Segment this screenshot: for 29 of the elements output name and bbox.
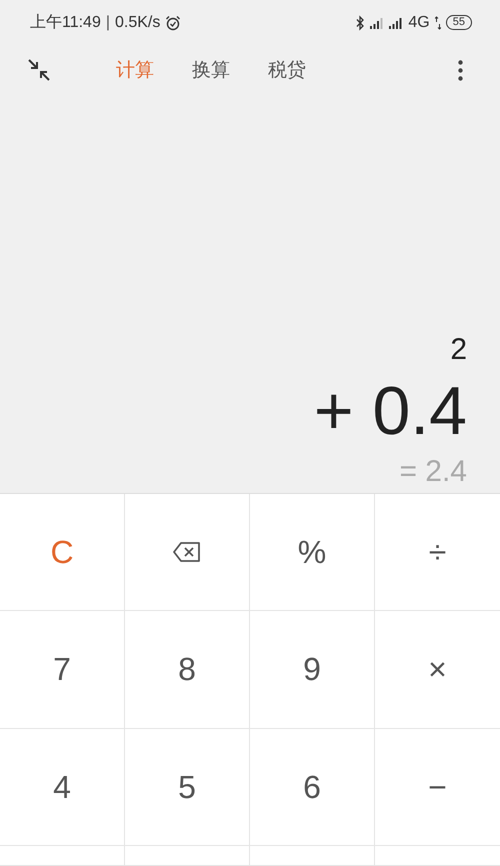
calculator-key[interactable]: % bbox=[250, 494, 375, 611]
signal-icon bbox=[389, 16, 404, 30]
calculator-key[interactable] bbox=[0, 846, 125, 866]
alarm-icon bbox=[165, 14, 182, 30]
calculator-key[interactable]: 8 bbox=[125, 611, 250, 729]
tab[interactable]: 税贷 bbox=[268, 57, 306, 83]
collapse-icon bbox=[26, 57, 52, 83]
data-arrows-icon bbox=[434, 16, 441, 30]
signal-icon bbox=[370, 16, 384, 30]
bluetooth-icon bbox=[355, 14, 366, 30]
calculator-key[interactable]: 9 bbox=[250, 611, 375, 729]
backspace-key[interactable] bbox=[125, 494, 250, 611]
calculator-key[interactable]: 7 bbox=[0, 611, 125, 729]
network-speed-text: 0.5K/s bbox=[115, 14, 160, 32]
result-text: = 2.4 bbox=[399, 455, 467, 489]
network-type-text: 4G bbox=[408, 14, 430, 32]
separator-text: | bbox=[106, 14, 110, 32]
calculator-key[interactable] bbox=[125, 846, 250, 866]
expression-text: + 0.4 bbox=[314, 377, 467, 445]
backspace-icon bbox=[172, 541, 202, 563]
calculator-key[interactable]: 4 bbox=[0, 729, 125, 846]
clock-text: 上午11:49 bbox=[30, 12, 101, 33]
calculator-key[interactable]: 6 bbox=[250, 729, 375, 846]
more-options-icon bbox=[458, 60, 463, 80]
calculator-key[interactable] bbox=[250, 846, 375, 866]
calculator-key[interactable]: 5 bbox=[125, 729, 250, 846]
tab[interactable]: 换算 bbox=[192, 57, 230, 83]
battery-level: 55 bbox=[446, 15, 472, 30]
expression-text: 2 bbox=[450, 335, 467, 365]
